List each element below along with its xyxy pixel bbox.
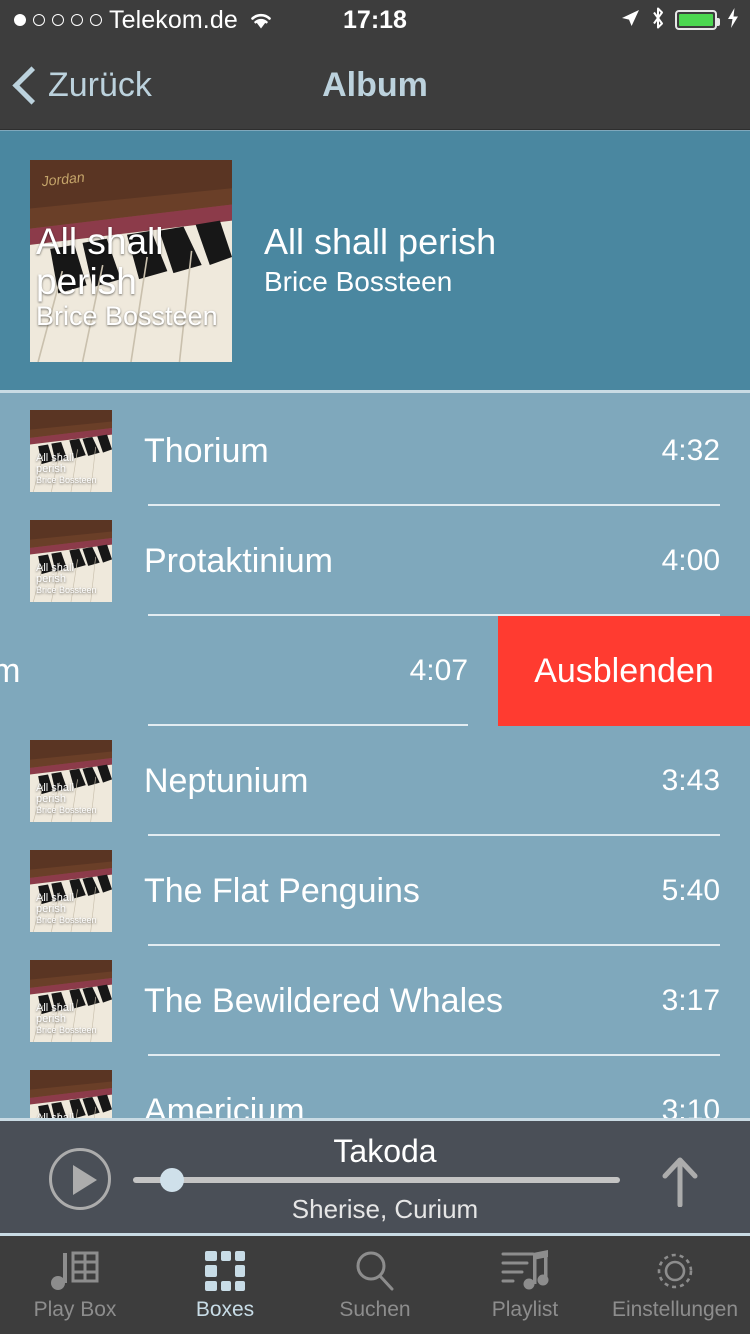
track-row[interactable]: All shall perish Brice Bossteen The Flat P… bbox=[0, 836, 750, 946]
track-artwork: All shall perishBrice Bossteen bbox=[30, 850, 112, 932]
battery-icon bbox=[675, 10, 720, 30]
tab-label: Suchen bbox=[339, 1297, 411, 1321]
track-row[interactable]: All shall perish Brice Bossteen The Bewild… bbox=[0, 946, 750, 1056]
album-header[interactable]: Jordan All shall perish Brice Bossteen A… bbox=[0, 131, 750, 393]
track-artwork: All shall perishBrice Bossteen bbox=[30, 1070, 112, 1118]
arrow-up-icon[interactable] bbox=[658, 1155, 702, 1208]
album-meta: All shall perish Brice Bossteen bbox=[264, 220, 496, 301]
track-duration: 4:07 bbox=[409, 654, 468, 687]
artwork-overlay-artist: Brice Bossteen bbox=[36, 1025, 97, 1036]
track-row-content[interactable]: All shall perishBrice BossteenUranium4:0… bbox=[0, 616, 498, 726]
track-artwork: All shall perishBrice Bossteen bbox=[30, 960, 112, 1042]
track-duration: 4:32 bbox=[661, 434, 720, 467]
tab-boxes[interactable]: Boxes bbox=[150, 1236, 300, 1334]
tab-play-box[interactable]: Play Box bbox=[0, 1236, 150, 1334]
tab-bar[interactable]: Play Box Boxes Suchen Playlist Einstellungen bbox=[0, 1236, 750, 1334]
piano-keys-artwork bbox=[30, 1070, 112, 1118]
track-artwork: All shall perishBrice Bossteen bbox=[30, 740, 112, 822]
track-duration: 5:40 bbox=[661, 874, 720, 907]
hide-track-button[interactable]: Ausblenden bbox=[498, 616, 750, 726]
artwork-overlay-title: All shall perish bbox=[36, 221, 164, 303]
track-title: Uranium bbox=[0, 651, 21, 690]
artwork-overlay-text: All shall perishBrice Bossteen bbox=[30, 561, 112, 602]
track-row[interactable]: All shall perish Brice Bossteen Protaktini… bbox=[0, 506, 750, 616]
track-list[interactable]: All shall perish Brice Bossteen Thorium 4:3… bbox=[0, 396, 750, 1118]
player-track-artist: Sherise, Curium bbox=[291, 1194, 479, 1224]
track-row[interactable]: All shall perishBrice Bossteen Americium 3… bbox=[0, 1056, 750, 1118]
artwork-overlay-title: All shall perish bbox=[36, 561, 74, 586]
artwork-overlay-title: All shall perish bbox=[36, 781, 74, 806]
artwork-overlay-artist: Brice Bossteen bbox=[36, 475, 97, 486]
progress-slider[interactable] bbox=[133, 1168, 620, 1192]
track-title: Thorium bbox=[144, 431, 269, 470]
status-bar-right bbox=[619, 6, 740, 35]
artwork-overlay-artist: Brice Bossteen bbox=[36, 301, 218, 332]
tab-einstellungen[interactable]: Einstellungen bbox=[600, 1236, 750, 1334]
track-row[interactable]: All shall perish Brice Bossteen Neptunium 3… bbox=[0, 726, 750, 836]
tab-label: Boxes bbox=[195, 1297, 255, 1321]
track-artwork: All shall perishBrice Bossteen bbox=[30, 520, 112, 602]
location-arrow-icon bbox=[619, 7, 641, 34]
track-duration: 3:17 bbox=[661, 984, 720, 1017]
mini-player[interactable]: Takoda Sherise, Curium bbox=[0, 1118, 750, 1236]
lightning-bolt-icon bbox=[726, 7, 740, 34]
track-duration: 3:10 bbox=[661, 1094, 720, 1118]
artwork-overlay-title: All shall perish bbox=[36, 891, 74, 916]
track-row[interactable]: All shall perishBrice BossteenUranium4:0… bbox=[0, 616, 750, 726]
artwork-overlay-artist: Brice Bossteen bbox=[36, 585, 97, 596]
track-title: The Bewildered Whales bbox=[144, 981, 504, 1020]
status-bar: Telekom.de 17:18 bbox=[0, 0, 750, 40]
track-duration: 4:00 bbox=[661, 544, 720, 577]
artwork-overlay-title: All shall perish bbox=[36, 1001, 74, 1026]
play-icon[interactable] bbox=[49, 1148, 111, 1210]
gear-icon bbox=[653, 1249, 697, 1293]
play-box-icon bbox=[49, 1249, 101, 1293]
album-artwork: Jordan All shall perish Brice Bossteen bbox=[30, 159, 232, 362]
track-title: Americium bbox=[144, 1091, 305, 1119]
artwork-overlay-text: All shall perishBrice Bossteen bbox=[30, 451, 112, 492]
tab-label: Playlist bbox=[491, 1297, 559, 1321]
player-track-title: Takoda bbox=[333, 1133, 437, 1169]
tab-suchen[interactable]: Suchen bbox=[300, 1236, 450, 1334]
artwork-overlay-title: All shall perish bbox=[36, 451, 74, 476]
boxes-grid-icon bbox=[203, 1249, 247, 1293]
album-artist: Brice Bossteen bbox=[264, 266, 453, 298]
artwork-overlay-artist: Brice Bossteen bbox=[36, 805, 97, 816]
track-duration: 3:43 bbox=[661, 764, 720, 797]
album-title: All shall perish bbox=[264, 221, 497, 262]
track-title: Neptunium bbox=[144, 761, 309, 800]
page-title: Album bbox=[322, 65, 428, 104]
search-icon bbox=[353, 1249, 397, 1293]
playlist-icon bbox=[500, 1249, 550, 1293]
tab-label: Play Box bbox=[33, 1297, 117, 1321]
navigation-bar: Zurück Album bbox=[0, 40, 750, 130]
slider-thumb[interactable] bbox=[159, 1168, 184, 1192]
artwork-overlay-text: All shall perishBrice Bossteen bbox=[30, 781, 112, 822]
track-artwork: All shall perishBrice Bossteen bbox=[30, 410, 112, 492]
artwork-overlay-text: All shall perish Brice Bossteen bbox=[30, 222, 232, 337]
tab-label: Einstellungen bbox=[611, 1297, 739, 1321]
tab-playlist[interactable]: Playlist bbox=[450, 1236, 600, 1334]
bluetooth-icon bbox=[650, 6, 666, 35]
artwork-overlay-artist: Brice Bossteen bbox=[36, 915, 97, 926]
artwork-overlay-text: All shall perishBrice Bossteen bbox=[30, 1001, 112, 1042]
artwork-overlay-text: All shall perishBrice Bossteen bbox=[30, 891, 112, 932]
track-title: The Flat Penguins bbox=[144, 871, 420, 910]
track-title: Protaktinium bbox=[144, 541, 333, 580]
track-row[interactable]: All shall perish Brice Bossteen Thorium 4:3… bbox=[0, 396, 750, 506]
